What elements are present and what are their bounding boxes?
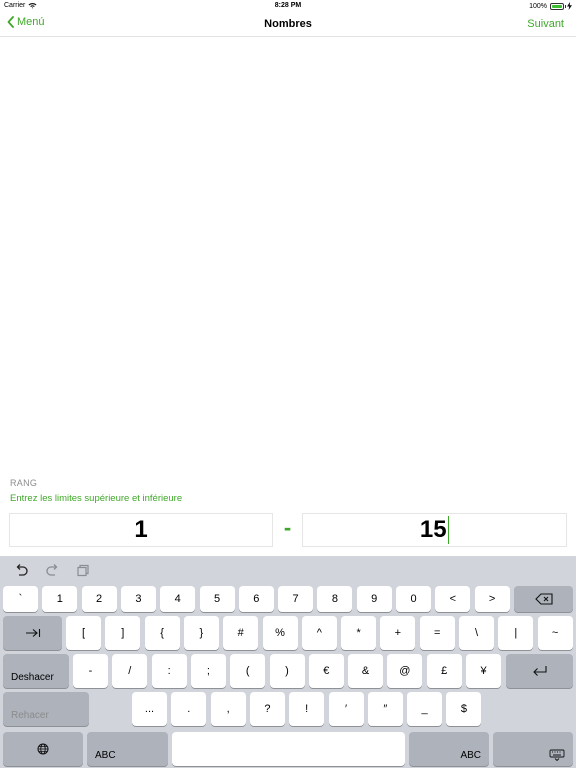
undo-key-label: Deshacer — [11, 672, 54, 683]
redo-key[interactable]: Rehacer — [3, 692, 89, 726]
abc-key-label: ABC — [95, 750, 116, 761]
key-row2-2[interactable]: { — [144, 616, 180, 650]
upper-limit-field[interactable]: 15 — [302, 513, 567, 547]
key-row1-3[interactable]: 3 — [120, 586, 156, 612]
key-row2-3[interactable]: } — [183, 616, 219, 650]
key-row4-8[interactable]: $ — [446, 692, 482, 726]
return-key[interactable] — [506, 654, 573, 688]
battery-percent: 100% — [529, 2, 547, 10]
key-row3-1[interactable]: / — [112, 654, 148, 688]
key-row2-11[interactable]: | — [498, 616, 534, 650]
space-key[interactable] — [172, 732, 405, 766]
key-row3-5[interactable]: ) — [269, 654, 305, 688]
keyboard-shortcut-bar — [0, 556, 576, 584]
upper-limit-value: 15 — [419, 516, 447, 543]
section-header: RANG — [10, 478, 38, 488]
key-row4-3[interactable]: ? — [249, 692, 285, 726]
key-row2-9[interactable]: = — [419, 616, 455, 650]
key-row4-6[interactable]: ″ — [367, 692, 403, 726]
key-row1-0[interactable]: ` — [3, 586, 38, 612]
key-row4-7[interactable]: _ — [407, 692, 443, 726]
redo-key-label: Rehacer — [11, 710, 49, 721]
key-row3-6[interactable]: € — [308, 654, 344, 688]
battery-area: 100% — [529, 2, 572, 10]
undo-key[interactable]: Deshacer — [3, 654, 69, 688]
lower-limit-value: 1 — [134, 516, 148, 543]
abc-key-label: ABC — [460, 750, 481, 761]
key-row2-5[interactable]: % — [262, 616, 298, 650]
clock: 8:28 PM — [274, 2, 302, 9]
key-row3-7[interactable]: & — [348, 654, 384, 688]
next-button[interactable]: Suivant — [527, 18, 564, 30]
tab-icon — [25, 629, 40, 637]
key-row2-6[interactable]: ^ — [301, 616, 337, 650]
section-hint: Entrez les limites supérieure et inférie… — [10, 493, 183, 504]
key-row1-5[interactable]: 5 — [199, 586, 235, 612]
key-row3-2[interactable]: : — [151, 654, 187, 688]
key-row2-0[interactable]: [ — [66, 616, 101, 650]
globe-key[interactable] — [3, 732, 83, 766]
tab-key[interactable] — [3, 616, 62, 650]
key-row1-10[interactable]: 0 — [396, 586, 431, 612]
globe-icon — [37, 743, 49, 755]
status-bar: Carrier 8:28 PM 100% — [0, 0, 576, 12]
dismiss-keyboard-key[interactable] — [493, 732, 573, 766]
redo-icon[interactable] — [44, 562, 60, 578]
charging-icon — [567, 2, 572, 10]
battery-icon — [550, 2, 566, 10]
text-cursor — [447, 516, 450, 544]
key-row2-8[interactable]: + — [380, 616, 416, 650]
key-row3-8[interactable]: @ — [387, 654, 423, 688]
page-title: Nombres — [264, 18, 312, 30]
key-row2-1[interactable]: ] — [105, 616, 141, 650]
key-row2-7[interactable]: * — [341, 616, 377, 650]
key-row2-10[interactable]: \ — [459, 616, 494, 650]
key-row1-4[interactable]: 4 — [160, 586, 196, 612]
backspace-icon — [534, 593, 553, 605]
navigation-bar: Menú Nombres Suivant — [0, 12, 576, 37]
key-row2-4[interactable]: # — [223, 616, 259, 650]
key-row1-9[interactable]: 9 — [356, 586, 392, 612]
key-row1-12[interactable]: > — [474, 586, 510, 612]
key-row1-11[interactable]: < — [435, 586, 471, 612]
key-row3-3[interactable]: ; — [190, 654, 226, 688]
key-row1-6[interactable]: 6 — [238, 586, 274, 612]
key-row4-4[interactable]: ! — [289, 692, 325, 726]
key-row4-1[interactable]: . — [171, 692, 207, 726]
key-row3-4[interactable]: ( — [230, 654, 266, 688]
key-row1-2[interactable]: 2 — [81, 586, 117, 612]
key-row3-9[interactable]: £ — [426, 654, 462, 688]
key-row4-2[interactable]: , — [210, 692, 246, 726]
undo-icon[interactable] — [14, 562, 30, 578]
range-separator: - — [283, 515, 292, 540]
key-row2-12[interactable]: ~ — [537, 616, 573, 650]
lower-limit-field[interactable]: 1 — [9, 513, 273, 547]
keyboard-dismiss-icon — [549, 749, 565, 761]
keyboard: ` 1 2 3 4 5 6 7 8 9 0 < > []{} #% ^ * + = \ | ~ - /:;() € & @ £ ¥ … — [0, 556, 576, 768]
abc-key-right[interactable]: ABC — [409, 732, 489, 766]
delete-key[interactable] — [514, 586, 573, 612]
abc-key-left[interactable]: ABC — [87, 732, 168, 766]
return-icon — [532, 666, 547, 676]
key-row3-10[interactable]: ¥ — [466, 654, 501, 688]
paste-icon[interactable] — [75, 562, 91, 578]
key-row1-7[interactable]: 7 — [278, 586, 314, 612]
key-row3-0[interactable]: - — [73, 654, 108, 688]
key-row4-0[interactable]: ... — [132, 692, 167, 726]
key-row1-1[interactable]: 1 — [42, 586, 78, 612]
key-row1-8[interactable]: 8 — [317, 586, 353, 612]
key-row4-5[interactable]: ′ — [328, 692, 364, 726]
